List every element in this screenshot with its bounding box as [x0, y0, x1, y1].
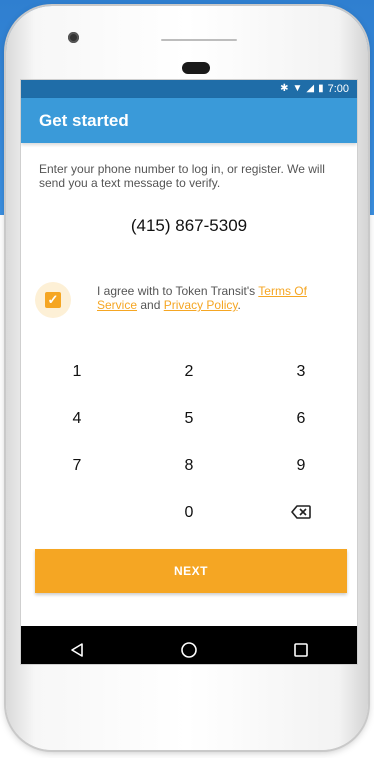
key-4[interactable]: 4: [21, 410, 133, 428]
key-9[interactable]: 9: [245, 457, 357, 475]
keypad-row: 7 8 9: [21, 442, 357, 489]
backspace-key[interactable]: [245, 504, 357, 522]
key-7[interactable]: 7: [21, 457, 133, 475]
signal-icon: ◢: [306, 83, 315, 94]
key-8[interactable]: 8: [133, 457, 245, 475]
agreement-checkbox-ripple[interactable]: ✓: [35, 282, 71, 318]
agreement-prefix: I agree with to Token Transit's: [97, 284, 256, 298]
back-button[interactable]: [52, 635, 102, 665]
agreement-row: ✓ I agree with to Token Transit's Terms …: [35, 280, 345, 320]
key-0[interactable]: 0: [133, 504, 245, 522]
keypad-row: 0: [21, 489, 357, 536]
agreement-text: I agree with to Token Transit's Terms Of…: [97, 284, 347, 312]
bluetooth-icon: ✱: [280, 83, 289, 94]
status-time: 7:00: [327, 83, 349, 95]
key-1[interactable]: 1: [21, 363, 133, 381]
keypad-row: 4 5 6: [21, 395, 357, 442]
system-nav-bar: [21, 626, 357, 664]
key-2[interactable]: 2: [133, 363, 245, 381]
agreement-checkbox[interactable]: ✓: [45, 292, 61, 308]
home-button[interactable]: [164, 635, 214, 665]
proximity-sensor: [182, 62, 210, 74]
recents-button[interactable]: [276, 635, 326, 665]
instructions-text: Enter your phone number to log in, or re…: [39, 162, 325, 190]
key-6[interactable]: 6: [245, 410, 357, 428]
keypad-row: 1 2 3: [21, 348, 357, 395]
check-icon: ✓: [47, 292, 59, 307]
speaker-grille: [161, 39, 237, 41]
phone-screen: ✱ ▼ ◢ ▮ 7:00 Get started Enter your phon…: [21, 80, 357, 664]
page-title: Get started: [39, 110, 129, 130]
wifi-icon: ▼: [292, 83, 303, 94]
key-3[interactable]: 3: [245, 363, 357, 381]
recents-icon: [294, 642, 308, 657]
agreement-middle: and: [140, 298, 161, 312]
phone-number-field[interactable]: (415) 867-5309: [21, 216, 357, 236]
home-icon: [181, 641, 197, 658]
numeric-keypad: 1 2 3 4 5 6 7 8 9 0: [21, 348, 357, 536]
key-5[interactable]: 5: [133, 410, 245, 428]
back-icon: [71, 642, 83, 657]
backspace-icon: [291, 505, 311, 520]
agreement-suffix: .: [237, 298, 241, 312]
app-bar: Get started: [21, 98, 357, 143]
next-button[interactable]: NEXT: [35, 549, 347, 593]
privacy-policy-link[interactable]: Privacy Policy: [164, 298, 238, 312]
battery-icon: ▮: [318, 83, 324, 94]
status-bar: ✱ ▼ ◢ ▮ 7:00: [21, 80, 357, 98]
camera-icon: [68, 32, 79, 43]
